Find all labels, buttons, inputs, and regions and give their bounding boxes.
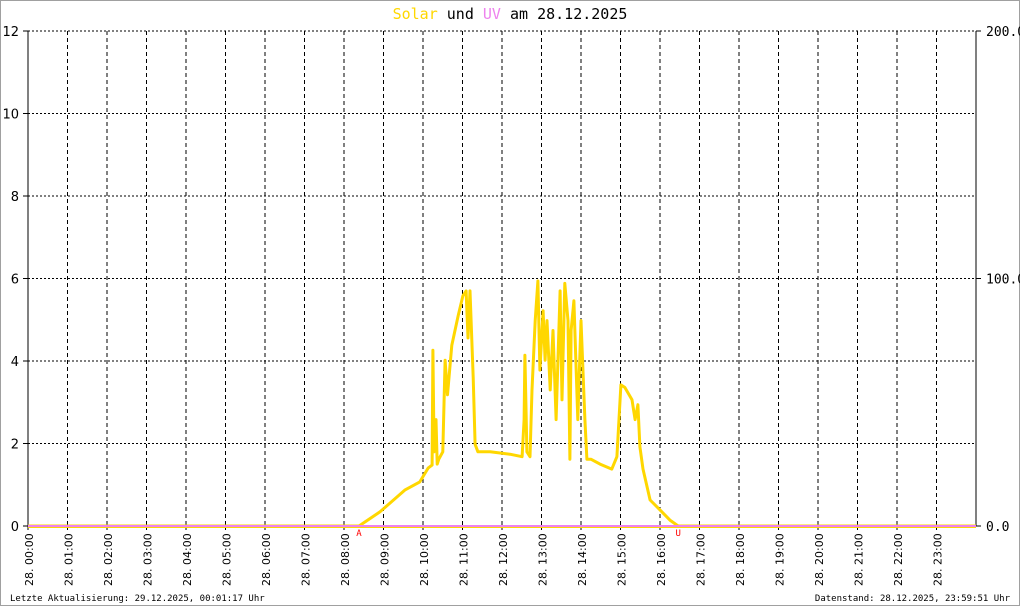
last-update-text: Letzte Aktualisierung: 29.12.2025, 00:01… (10, 594, 265, 604)
x-tick-label: 28. 19:00 (774, 533, 787, 586)
y-tick-label-left: 2 (11, 438, 19, 453)
y-tick-label-right: 100.0 (986, 273, 1020, 288)
title-solar: Solar (393, 5, 438, 23)
chart-title: Solar und UV am 28.12.2025 (393, 5, 628, 23)
y-tick-label-left: 0 (11, 520, 19, 535)
x-tick-label: 28. 17:00 (695, 533, 708, 586)
x-tick-label: 28. 22:00 (892, 533, 905, 586)
x-tick-label: 28. 08:00 (339, 533, 352, 586)
y-tick-label-left: 8 (11, 190, 19, 205)
x-tick-label: 28. 15:00 (616, 533, 629, 586)
y-tick-label-right: 200.0 (986, 25, 1020, 40)
solar-uv-chart: Solar und UV am 28.12.2025 28. 00:00 28. … (2, 5, 1020, 604)
x-tick-label: 28. 06:00 (260, 533, 273, 586)
y-tick-label-left: 10 (2, 108, 19, 123)
x-tick-label: 28. 20:00 (813, 533, 826, 586)
x-tick-label: 28. 00:00 (23, 533, 36, 586)
marker-a: A (356, 529, 362, 539)
x-tick-label: 28. 14:00 (576, 533, 589, 586)
y-tick-label-left: 12 (2, 25, 19, 40)
x-tick-label: 28. 10:00 (418, 533, 431, 586)
data-state-text: Datenstand: 28.12.2025, 23:59:51 Uhr (815, 594, 1011, 604)
title-uv: UV (483, 5, 501, 23)
x-tick-label: 28. 01:00 (63, 533, 76, 586)
x-tick-label: 28. 18:00 (734, 533, 747, 586)
x-tick-label: 28. 03:00 (142, 533, 155, 586)
x-tick-label: 28. 02:00 (102, 533, 115, 586)
x-tick-label: 28. 16:00 (655, 533, 668, 586)
x-tick-label: 28. 23:00 (932, 533, 945, 586)
y-tick-label-left: 4 (11, 355, 19, 370)
y-tick-label-right: 0.0 (986, 520, 1009, 535)
x-tick-label: 28. 04:00 (181, 533, 194, 586)
x-tick-label: 28. 11:00 (458, 533, 471, 586)
title-und: und (438, 5, 483, 23)
x-tick-label: 28. 07:00 (300, 533, 313, 586)
title-date: am 28.12.2025 (501, 5, 627, 23)
x-tick-label: 28. 12:00 (497, 533, 510, 586)
x-tick-label: 28. 05:00 (221, 533, 234, 586)
marker-u: U (675, 529, 680, 539)
y-tick-label-left: 6 (11, 273, 19, 288)
x-tick-label: 28. 13:00 (537, 533, 550, 586)
x-tick-label: 28. 21:00 (853, 533, 866, 586)
x-tick-label: 28. 09:00 (379, 533, 392, 586)
